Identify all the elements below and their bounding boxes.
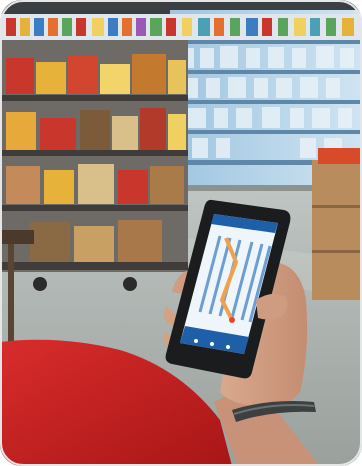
photo-canvas (0, 0, 362, 466)
location-marker (229, 317, 235, 323)
side-table (2, 230, 34, 244)
shelving-unit (2, 40, 188, 291)
cardboard-boxes (312, 148, 362, 300)
store-photo (0, 0, 362, 466)
